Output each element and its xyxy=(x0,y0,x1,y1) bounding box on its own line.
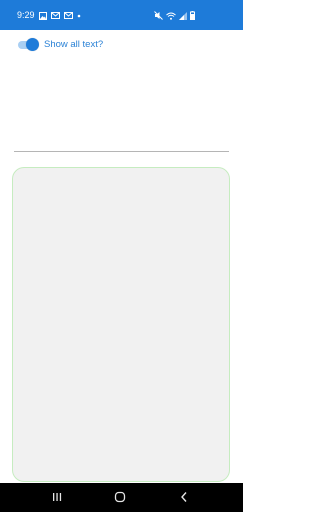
status-bar: 9:29 xyxy=(0,0,243,30)
status-right xyxy=(154,10,195,21)
show-all-text-switch[interactable] xyxy=(18,37,39,53)
content-panel xyxy=(12,167,230,482)
signal-icon xyxy=(179,11,187,20)
recents-icon xyxy=(49,490,65,504)
navigation-bar xyxy=(0,483,243,512)
mute-icon xyxy=(154,11,163,20)
status-left: 9:29 xyxy=(17,10,81,21)
recents-button[interactable] xyxy=(49,490,65,504)
wifi-icon xyxy=(166,12,176,20)
home-icon xyxy=(112,490,128,504)
switch-thumb xyxy=(26,38,39,51)
back-button[interactable] xyxy=(176,490,192,504)
gmail-icon xyxy=(63,12,73,19)
image-icon xyxy=(38,11,47,20)
show-all-text-label[interactable]: Show all text? xyxy=(44,37,103,53)
status-time: 9:29 xyxy=(17,10,35,20)
show-all-text-row[interactable]: Show all text? xyxy=(18,37,103,53)
home-button[interactable] xyxy=(112,490,128,504)
gmail-icon xyxy=(50,12,60,19)
dot-icon xyxy=(77,14,81,18)
back-icon xyxy=(176,490,192,504)
divider xyxy=(14,151,229,152)
battery-icon xyxy=(190,11,195,20)
